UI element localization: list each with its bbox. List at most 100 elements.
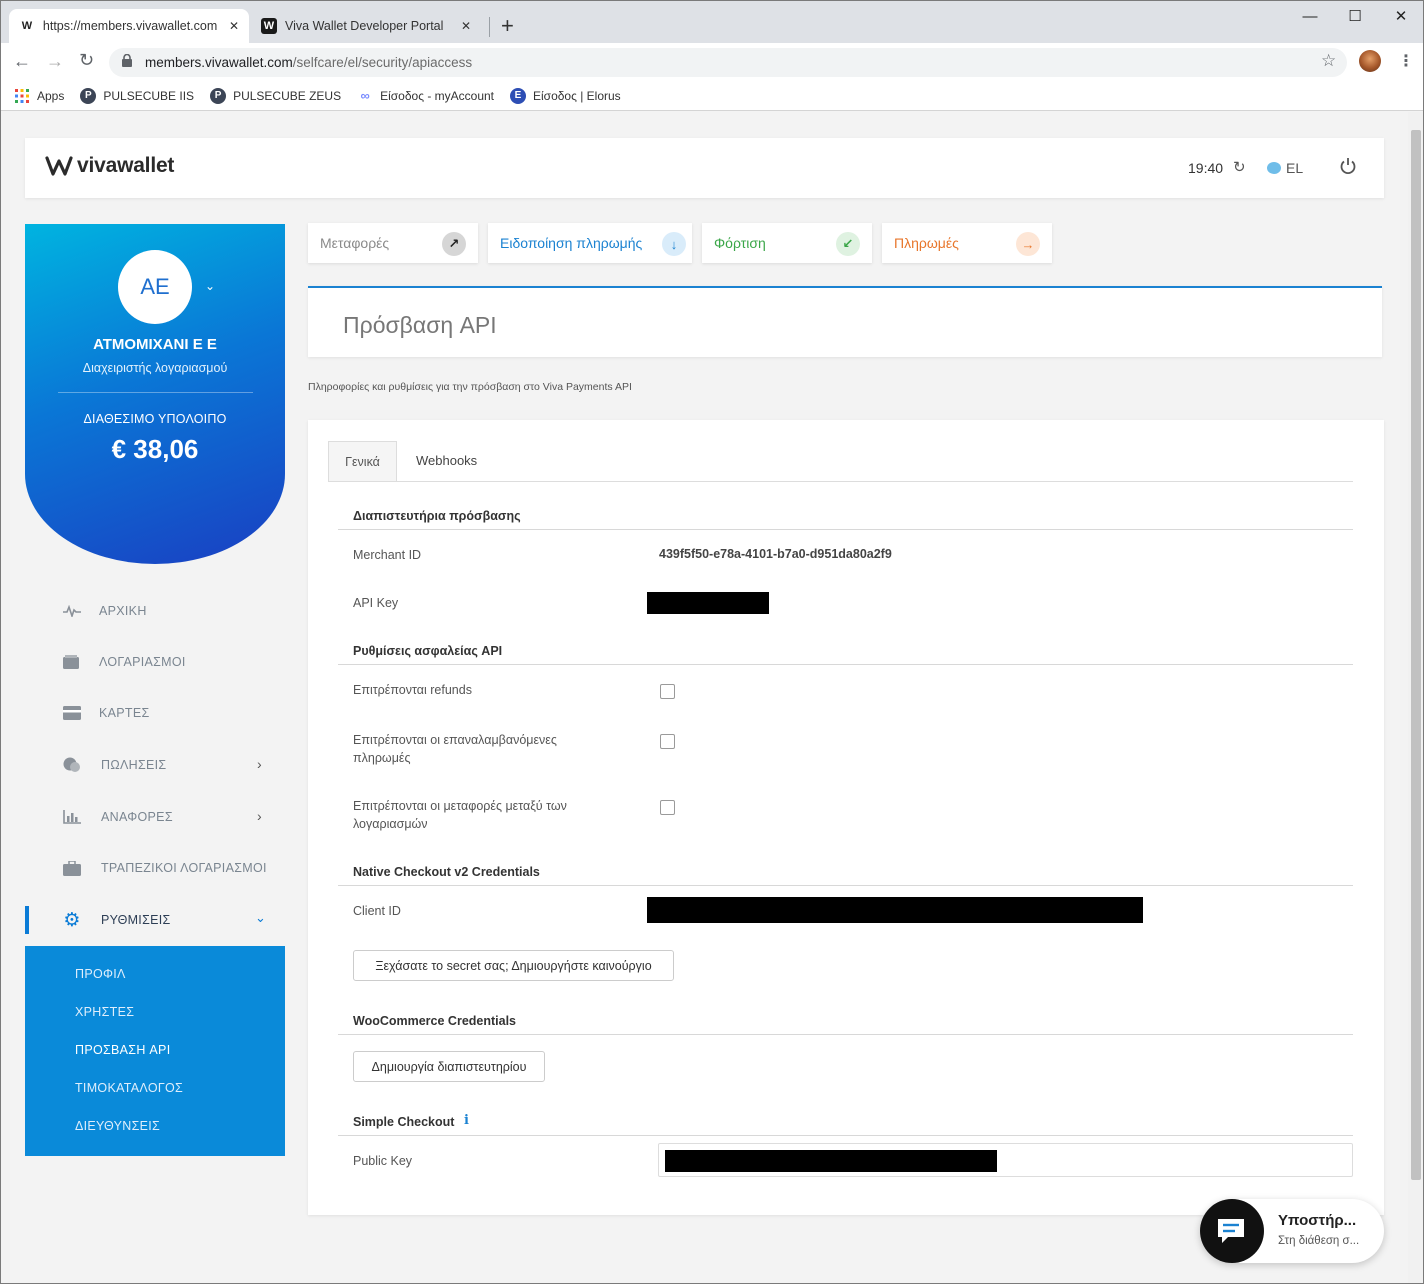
info-icon[interactable]: i: [464, 1113, 469, 1128]
nav-item-label: ΤΡΑΠΕΖΙΚΟΙ ΛΟΓΑΡΙΑΣΜΟΙ: [101, 861, 267, 875]
nav-item-bank-accounts[interactable]: ΤΡΑΠΕΖΙΚΟΙ ΛΟΓΑΡΙΑΣΜΟΙ: [25, 845, 285, 891]
bookmark-myaccount[interactable]: ∞ Είσοδος - myAccount: [357, 88, 494, 104]
page-title-card: Πρόσβαση API: [308, 286, 1382, 357]
forward-arrow-icon[interactable]: →: [46, 51, 64, 72]
nav-item-label: ΚΑΡΤΕΣ: [99, 706, 150, 720]
bookmark-elorus[interactable]: E Είσοδος | Elorus: [510, 87, 621, 104]
close-tab-icon[interactable]: ✕: [461, 19, 471, 33]
close-window-button[interactable]: ✕: [1381, 5, 1421, 27]
credentials-section-title: Διαπιστευτήρια πρόσβασης: [353, 509, 521, 523]
subnav-users[interactable]: ΧΡΗΣΤΕΣ: [75, 1005, 134, 1019]
tab-webhooks[interactable]: Webhooks: [416, 453, 477, 468]
nav-item-label: ΑΡΧΙΚΗ: [99, 604, 147, 618]
minimize-button[interactable]: —: [1290, 5, 1330, 27]
bookmark-label: Είσοδος - myAccount: [380, 88, 494, 103]
balance-label: ΔΙΑΘΕΣΙΜΟ ΥΠΟΛΟΙΠΟ: [83, 412, 227, 426]
nav-item-label: ΠΩΛΗΣΕΙΣ: [101, 758, 167, 772]
nav-item-sales[interactable]: ΠΩΛΗΣΕΙΣ ›: [25, 742, 285, 788]
lock-icon: [122, 53, 132, 67]
sales-icon: [63, 757, 81, 773]
refunds-checkbox[interactable]: [660, 684, 675, 699]
quick-action-payments[interactable]: Πληρωμές →: [882, 223, 1052, 263]
chevron-down-icon[interactable]: ⌄: [205, 279, 215, 293]
chevron-right-icon: ›: [257, 756, 262, 772]
nav-item-settings[interactable]: ⚙ ΡΥΘΜΙΣΕΙΣ ⌄: [25, 897, 285, 943]
tab-general[interactable]: Γενικά: [328, 441, 397, 481]
wallet-icon: [63, 654, 81, 670]
myaccount-icon: ∞: [360, 88, 370, 103]
bookmark-pulsecube-zeus[interactable]: P PULSECUBE ZEUS: [210, 87, 341, 104]
active-indicator: [25, 906, 29, 934]
profile-avatar[interactable]: [1359, 50, 1381, 72]
language-selector[interactable]: EL: [1286, 160, 1303, 176]
account-name: ΑΤΜΟΜΙΧΑΝΙ Ε Ε: [93, 336, 217, 353]
recurring-payments-checkbox[interactable]: [660, 734, 675, 749]
chat-icon: [1200, 1199, 1264, 1263]
merchant-id-label: Merchant ID: [353, 548, 422, 562]
page-scrollbar[interactable]: [1408, 112, 1423, 1283]
client-id-redacted: [647, 897, 1143, 923]
browser-toolbar: ← → ↻ members.vivawallet.com/selfcare/el…: [1, 43, 1423, 81]
vivawallet-favicon-icon: W: [261, 18, 277, 34]
support-widget[interactable]: Υποστήρ... Στη διάθεση σ...: [1200, 1199, 1384, 1263]
balance-value: € 38,06: [111, 434, 199, 464]
close-tab-icon[interactable]: ✕: [229, 19, 239, 33]
activity-icon: [63, 603, 81, 619]
arrow-down-icon: ↓: [662, 232, 686, 256]
quick-action-top-up[interactable]: Φόρτιση ↙: [702, 223, 872, 263]
bookmark-pulsecube-iis[interactable]: P PULSECUBE IIS: [80, 87, 195, 104]
url-path: /selfcare/el/security/apiaccess: [292, 55, 473, 70]
maximize-button[interactable]: ☐: [1335, 5, 1375, 27]
browser-menu-icon[interactable]: ⋮: [1398, 51, 1414, 71]
language-bubble-icon[interactable]: [1267, 162, 1281, 174]
quick-action-transfers[interactable]: Μεταφορές ↗: [308, 223, 478, 263]
bookmark-label: PULSECUBE IIS: [103, 88, 195, 103]
nav-item-reports[interactable]: ΑΝΑΦΟΡΕΣ ›: [25, 794, 285, 840]
vivawallet-logo[interactable]: vivawallet: [45, 154, 174, 178]
session-time: 19:40: [1188, 160, 1224, 176]
url-host: members.vivawallet.com: [145, 55, 293, 70]
subnav-pricelist[interactable]: ΤΙΜΟΚΑΤΑΛΟΓΟΣ: [75, 1081, 183, 1095]
quick-action-payment-notice[interactable]: Ειδοποίηση πληρωμής ↓: [488, 223, 692, 263]
app-header: vivawallet 19:40 ↻ EL: [25, 138, 1384, 198]
bookmarks-bar: Apps P PULSECUBE IIS P PULSECUBE ZEUS ∞ …: [1, 81, 1423, 111]
browser-tab-title: https://members.vivawallet.com/: [42, 19, 217, 33]
browser-tab-developer-portal[interactable]: W Viva Wallet Developer Portal ✕: [251, 9, 487, 43]
regenerate-secret-button[interactable]: Ξεχάσατε το secret σας; Δημιουργήστε και…: [353, 950, 674, 981]
browser-tab-title: Viva Wallet Developer Portal: [285, 19, 444, 33]
address-bar[interactable]: members.vivawallet.com/selfcare/el/secur…: [109, 48, 1347, 77]
create-credential-button[interactable]: Δημιουργία διαπιστευτηρίου: [353, 1051, 545, 1082]
bookmark-star-icon[interactable]: ☆: [1321, 51, 1336, 71]
scrollbar-thumb[interactable]: [1411, 130, 1421, 1180]
account-transfers-checkbox[interactable]: [660, 800, 675, 815]
pulsecube-icon: P: [80, 87, 97, 104]
chevron-right-icon: ›: [257, 808, 262, 824]
browser-window: W https://members.vivawallet.com/ ✕ W Vi…: [0, 0, 1424, 1284]
new-tab-button[interactable]: +: [501, 13, 514, 39]
back-arrow-icon[interactable]: ←: [13, 51, 31, 72]
api-key-redacted: [647, 592, 769, 614]
vivawallet-logo-icon: [45, 156, 73, 176]
subnav-api-access[interactable]: ΠΡΟΣΒΑΣΗ API: [75, 1043, 170, 1057]
arrow-up-right-icon: ↗: [442, 232, 466, 256]
subnav-addresses[interactable]: ΔΙΕΥΘΥΝΣΕΙΣ: [75, 1119, 160, 1133]
subnav-profile[interactable]: ΠΡΟΦΙΛ: [75, 967, 126, 981]
arrow-down-left-icon: ↙: [836, 232, 860, 256]
power-icon[interactable]: [1339, 157, 1357, 178]
browser-tab-members[interactable]: W https://members.vivawallet.com/ ✕: [9, 9, 249, 43]
bookmark-label: Είσοδος | Elorus: [533, 88, 621, 103]
nav-item-label: ΑΝΑΦΟΡΕΣ: [101, 810, 173, 824]
merchant-id-value: 439f5f50-e78a-4101-b7a0-d951da80a2f9: [659, 547, 892, 561]
account-avatar[interactable]: AE: [118, 250, 192, 324]
nav-item-cards[interactable]: ΚΑΡΤΕΣ: [25, 690, 285, 736]
browser-tab-bar: W https://members.vivawallet.com/ ✕ W Vi…: [1, 1, 1423, 43]
refresh-icon[interactable]: ↻: [1233, 158, 1246, 176]
simple-checkout-section-title: Simple Checkout: [353, 1115, 455, 1129]
support-subtitle: Στη διάθεση σ...: [1278, 1235, 1360, 1247]
reload-icon[interactable]: ↻: [79, 50, 94, 71]
woocommerce-section-title: WooCommerce Credentials: [353, 1014, 517, 1028]
bookmark-apps[interactable]: Apps: [15, 88, 64, 103]
reports-icon: [63, 809, 81, 825]
nav-item-home[interactable]: ΑΡΧΙΚΗ: [25, 588, 285, 634]
nav-item-accounts[interactable]: ΛΟΓΑΡΙΑΣΜΟΙ: [25, 639, 285, 685]
